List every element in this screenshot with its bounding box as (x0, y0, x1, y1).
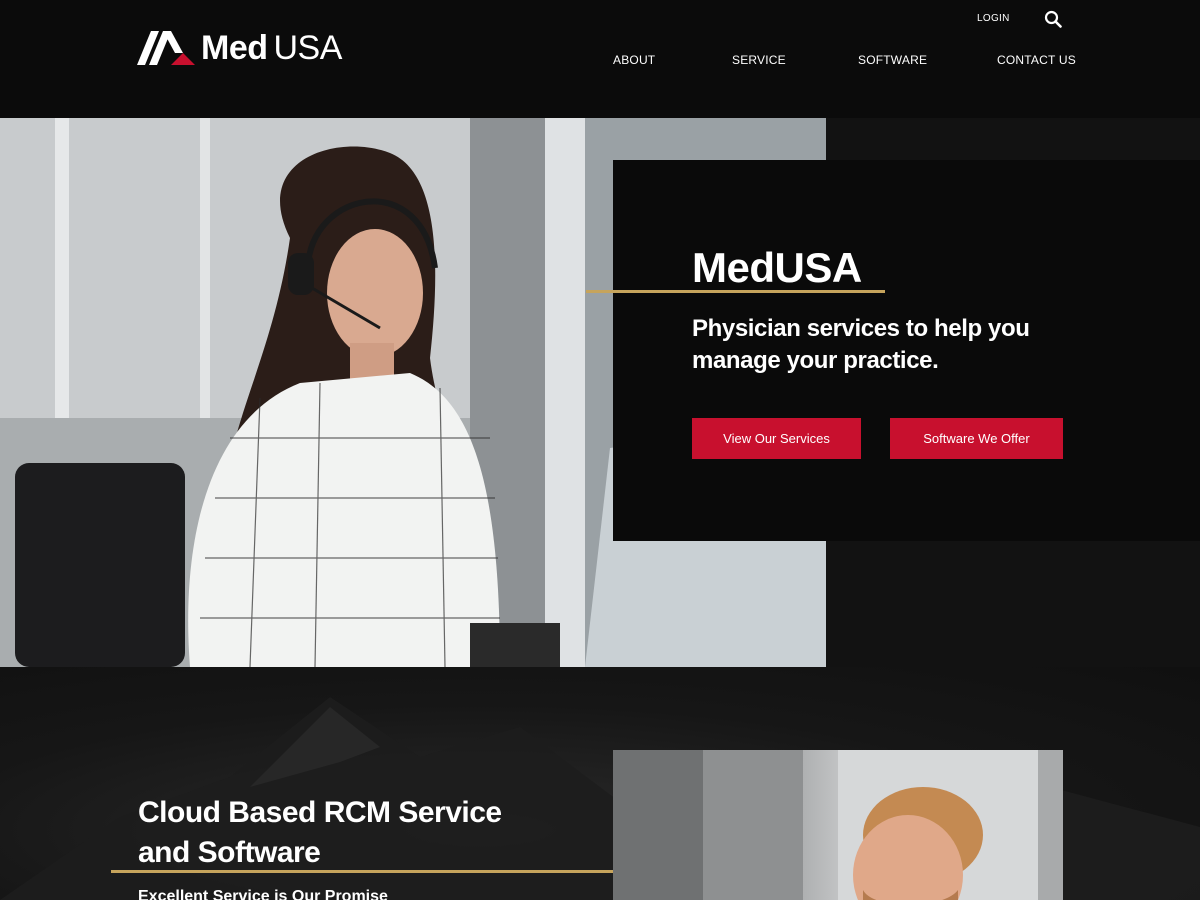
nav-contact-us[interactable]: CONTACT US (997, 53, 1076, 67)
logo-wordmark: Med USA (201, 31, 342, 65)
login-link[interactable]: LOGIN (977, 13, 1010, 24)
logo-text-med: Med (201, 29, 268, 67)
section2-title: Cloud Based RCM Service and Software (138, 796, 502, 869)
nav-service[interactable]: SERVICE (732, 53, 786, 67)
nav-about[interactable]: ABOUT (613, 53, 655, 67)
view-our-services-button[interactable]: View Our Services (692, 418, 861, 459)
section2-subtitle: Excellent Service is Our Promise (138, 888, 388, 900)
hero-title: MedUSA (692, 244, 862, 291)
hero-gold-divider (586, 290, 885, 293)
section2-gold-divider (111, 870, 613, 873)
search-icon[interactable] (1044, 10, 1062, 28)
software-we-offer-button[interactable]: Software We Offer (890, 418, 1063, 459)
nav-software[interactable]: SOFTWARE (858, 53, 927, 67)
smiling-man-image (613, 750, 1063, 900)
logo-text-usa: USA (273, 29, 343, 67)
medusa-logo[interactable]: Med USA (137, 31, 342, 65)
site-header: Med USA LOGIN ABOUT SERVICE SOFTWARE CONT… (0, 0, 1200, 118)
hero-subtitle: Physician services to help you manage yo… (692, 315, 1030, 374)
logo-mark-icon (137, 31, 195, 65)
section2-photo (613, 750, 1063, 900)
